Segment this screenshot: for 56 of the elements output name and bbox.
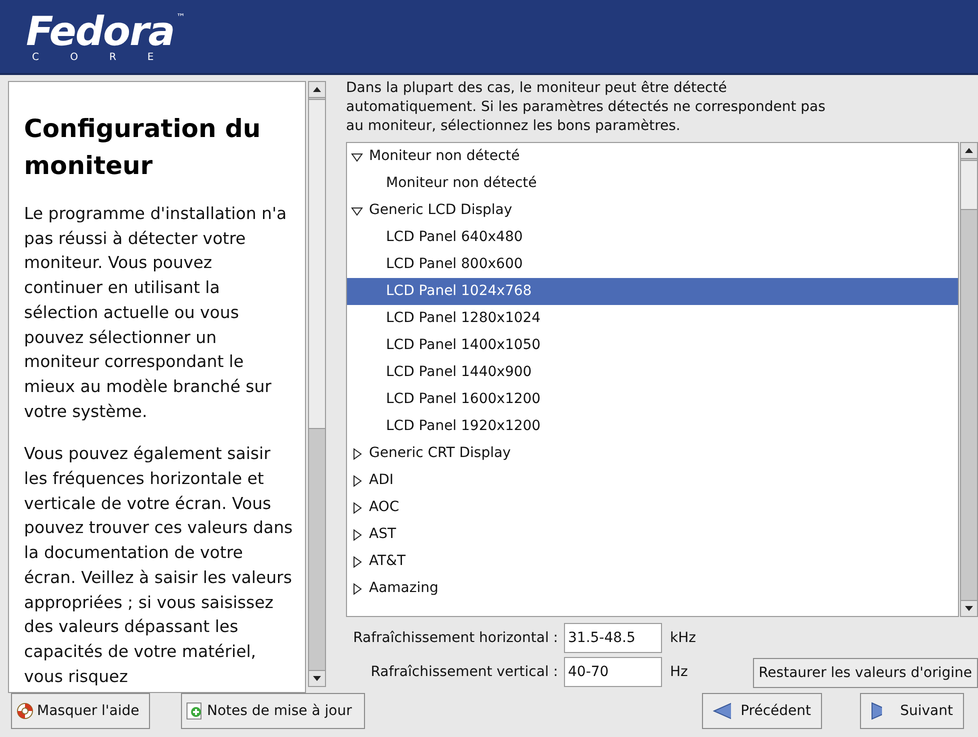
field-label: Rafraîchissement vertical :: [370, 662, 559, 682]
scrollbar[interactable]: [960, 142, 978, 617]
refresh-input-field[interactable]: 40-70: [564, 657, 662, 687]
tree-row[interactable]: AT&T: [347, 548, 958, 575]
document-plus-icon: [186, 702, 204, 720]
tree-row[interactable]: LCD Panel 1600x1200: [347, 386, 958, 413]
refresh-input-field[interactable]: 31.5-48.5: [564, 623, 662, 653]
tree-row[interactable]: Aamazing: [347, 575, 958, 602]
intro-text: Dans la plupart des cas, le moniteur peut être détecté automatiquement. Si les paramètres détectés ne correspondent pas au moniteur, sélectionnez les bons paramètres.: [346, 79, 826, 136]
logo-subtitle: C O R E: [31, 52, 169, 64]
tree-row[interactable]: Moniteur non détecté: [347, 170, 958, 197]
help-paragraph: Vous pouvez également saisir les fréquences horizontale et verticale de votre écran. Vous pouvez trouver ces valeurs dans la documentation de votre écran. Veillez à saisir les valeurs appropriées ; si vous saisissez des valeurs dépassant les capacités de votre matériel, vous risquez: [24, 443, 293, 688]
unit-label: Hz: [670, 662, 688, 682]
collapsed-arrow-icon[interactable]: [351, 528, 363, 540]
help-paragraph: Le programme d'installation n'a pas réussi à détecter votre moniteur. Vous pouvez continuer en utilisant la sélection actuelle ou vous pouvez sélectionner un moniteur correspondant le mieux au modèle branché sur votre système.: [24, 203, 288, 423]
monitor-tree[interactable]: [346, 142, 960, 617]
tree-row[interactable]: LCD Panel 1400x1050: [347, 332, 958, 359]
left-arrow-icon: [713, 701, 731, 721]
tree-row[interactable]: AOC: [347, 494, 958, 521]
logo-wordmark: Fedora: [26, 12, 174, 52]
trademark-sign: ™: [176, 12, 186, 25]
restore-button[interactable]: Restaurer les valeurs d'origine: [752, 658, 978, 688]
scrollbar-thumb[interactable]: [961, 160, 977, 210]
scrollbar-thumb[interactable]: [309, 99, 325, 429]
tree-row[interactable]: Generic LCD Display: [347, 197, 958, 224]
collapsed-arrow-icon[interactable]: [351, 474, 363, 486]
tree-row[interactable]: Generic CRT Display: [347, 440, 958, 467]
scroll-up-icon[interactable]: [313, 87, 321, 92]
lifebuoy-icon: [16, 702, 34, 720]
tree-row[interactable]: LCD Panel 640x480: [347, 224, 958, 251]
scrollbar[interactable]: [308, 81, 326, 687]
next-button[interactable]: Suivant: [860, 693, 964, 729]
help-title: Configuration du moniteur: [24, 113, 262, 182]
scroll-up-icon[interactable]: [965, 148, 974, 153]
collapsed-arrow-icon[interactable]: [351, 556, 363, 568]
back-button[interactable]: Précédent: [702, 693, 822, 729]
tree-row[interactable]: AST: [347, 521, 958, 548]
tree-row[interactable]: LCD Panel 1024x768: [347, 278, 958, 305]
tree-row[interactable]: LCD Panel 1920x1200: [347, 413, 958, 440]
notes-button[interactable]: Notes de mise à jour: [181, 693, 365, 729]
scroll-down-icon[interactable]: [965, 606, 974, 611]
expanded-arrow-icon[interactable]: [351, 204, 363, 216]
field-label: Rafraîchissement horizontal :: [352, 628, 559, 648]
collapsed-arrow-icon[interactable]: [351, 502, 363, 514]
tree-row[interactable]: Moniteur non détecté: [347, 143, 958, 170]
tree-row[interactable]: LCD Panel 800x600: [347, 251, 958, 278]
tree-row[interactable]: LCD Panel 1440x900: [347, 359, 958, 386]
expanded-arrow-icon[interactable]: [351, 150, 363, 162]
help-button[interactable]: Masquer l'aide: [11, 693, 150, 729]
right-arrow-icon: [871, 701, 882, 721]
scroll-down-icon[interactable]: [313, 676, 321, 681]
unit-label: kHz: [670, 628, 696, 648]
tree-row[interactable]: LCD Panel 1280x1024: [347, 305, 958, 332]
collapsed-arrow-icon[interactable]: [351, 448, 363, 460]
collapsed-arrow-icon[interactable]: [351, 582, 363, 594]
tree-row[interactable]: ADI: [347, 467, 958, 494]
